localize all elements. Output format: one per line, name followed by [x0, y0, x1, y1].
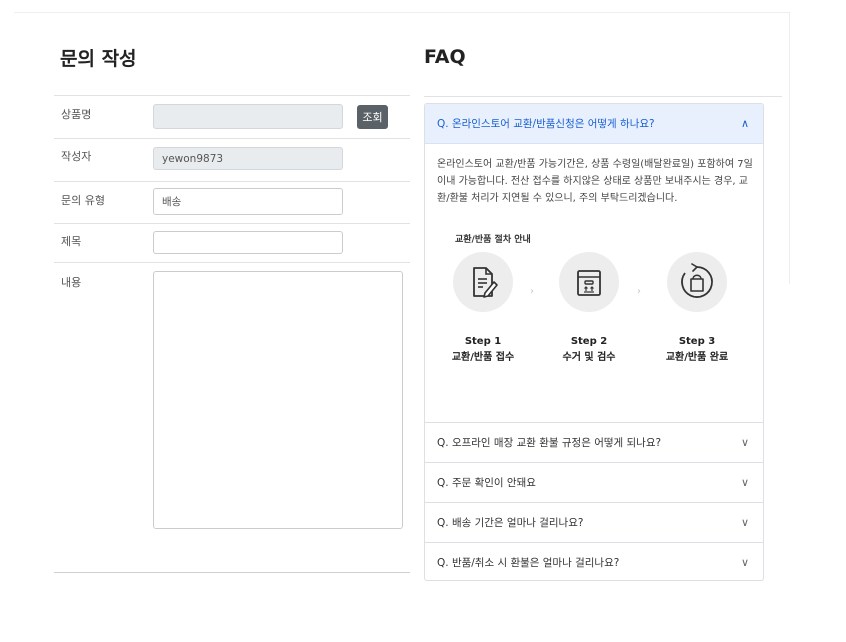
faq-divider	[424, 96, 782, 97]
form-divider	[54, 262, 410, 263]
subject-label: 제목	[61, 235, 82, 248]
content-label: 내용	[61, 276, 82, 289]
step-desc: 교환/반품 완료	[665, 352, 729, 363]
chevron-up-icon: ∧	[740, 117, 749, 130]
chevron-down-icon: ∨	[740, 476, 749, 489]
content-textarea[interactable]	[153, 271, 403, 529]
form-divider	[54, 181, 410, 182]
form-title: 문의 작성	[60, 48, 137, 70]
product-label: 상품명	[61, 108, 92, 121]
faq-item[interactable]: Q. 오프라인 매장 교환 환불 규정은 어떻게 되나요? ∨	[425, 422, 763, 462]
step-2: Step 2 수거 및 검수	[543, 252, 635, 363]
faq-question: Q. 오프라인 매장 교환 환불 규정은 어떻게 되나요?	[437, 437, 662, 449]
step-number: Step 3	[678, 336, 716, 347]
lookup-button[interactable]: 조회	[357, 105, 388, 129]
faq-question: Q. 주문 확인이 안돼요	[437, 477, 536, 489]
author-input[interactable]: yewon9873	[153, 147, 343, 170]
subject-input[interactable]	[153, 231, 343, 254]
faq-question: Q. 배송 기간은 얼마나 걸리나요?	[437, 517, 584, 529]
faq-item-open[interactable]: Q. 온라인스토어 교환/반품신청은 어떻게 하나요? ∧	[425, 104, 763, 144]
faq-question: Q. 반품/취소 시 환불은 얼마나 걸리나요?	[437, 557, 620, 569]
faq-question: Q. 온라인스토어 교환/반품신청은 어떻게 하나요?	[437, 118, 655, 130]
step-number: Step 1	[464, 336, 502, 347]
exchange-cycle-icon	[667, 252, 727, 312]
step-number: Step 2	[570, 336, 608, 347]
faq-answer: 온라인스토어 교환/반품 가능기간은, 상품 수령일(배달완료일) 포함하여 7…	[437, 159, 753, 204]
faq-item[interactable]: Q. 주문 확인이 안돼요 ∨	[425, 462, 763, 502]
form-divider	[54, 95, 410, 96]
form-divider	[54, 223, 410, 224]
document-edit-icon	[453, 252, 513, 312]
chevron-down-icon: ∨	[740, 436, 749, 449]
type-label: 문의 유형	[61, 194, 105, 207]
top-divider	[14, 12, 789, 13]
step-desc: 교환/반품 접수	[451, 352, 515, 363]
guide-title: 교환/반품 절차 안내	[455, 235, 531, 245]
faq-item[interactable]: Q. 배송 기간은 얼마나 걸리나요? ∨	[425, 502, 763, 542]
form-divider	[54, 138, 410, 139]
author-label: 작성자	[61, 150, 92, 163]
right-divider	[789, 12, 790, 284]
chevron-right-icon: ›	[530, 286, 534, 297]
product-input[interactable]	[153, 104, 343, 129]
step-1: Step 1 교환/반품 접수	[437, 252, 529, 363]
chevron-down-icon: ∨	[740, 516, 749, 529]
faq-item[interactable]: Q. 반품/취소 시 환불은 얼마나 걸리나요? ∨	[425, 542, 763, 580]
page: 문의 작성 상품명 조회 작성자 yewon9873 문의 유형 배송 제목 내…	[0, 0, 846, 642]
faq-accordion: Q. 온라인스토어 교환/반품신청은 어떻게 하나요? ∧ 온라인스토어 교환/…	[424, 103, 764, 581]
chevron-down-icon: ∨	[740, 556, 749, 569]
type-select[interactable]: 배송	[153, 188, 343, 215]
step-desc: 수거 및 검수	[562, 352, 616, 363]
box-icon	[559, 252, 619, 312]
step-3: Step 3 교환/반품 완료	[651, 252, 743, 363]
form-bottom-divider	[54, 572, 410, 573]
chevron-right-icon: ›	[637, 286, 641, 297]
faq-title: FAQ	[424, 46, 466, 68]
